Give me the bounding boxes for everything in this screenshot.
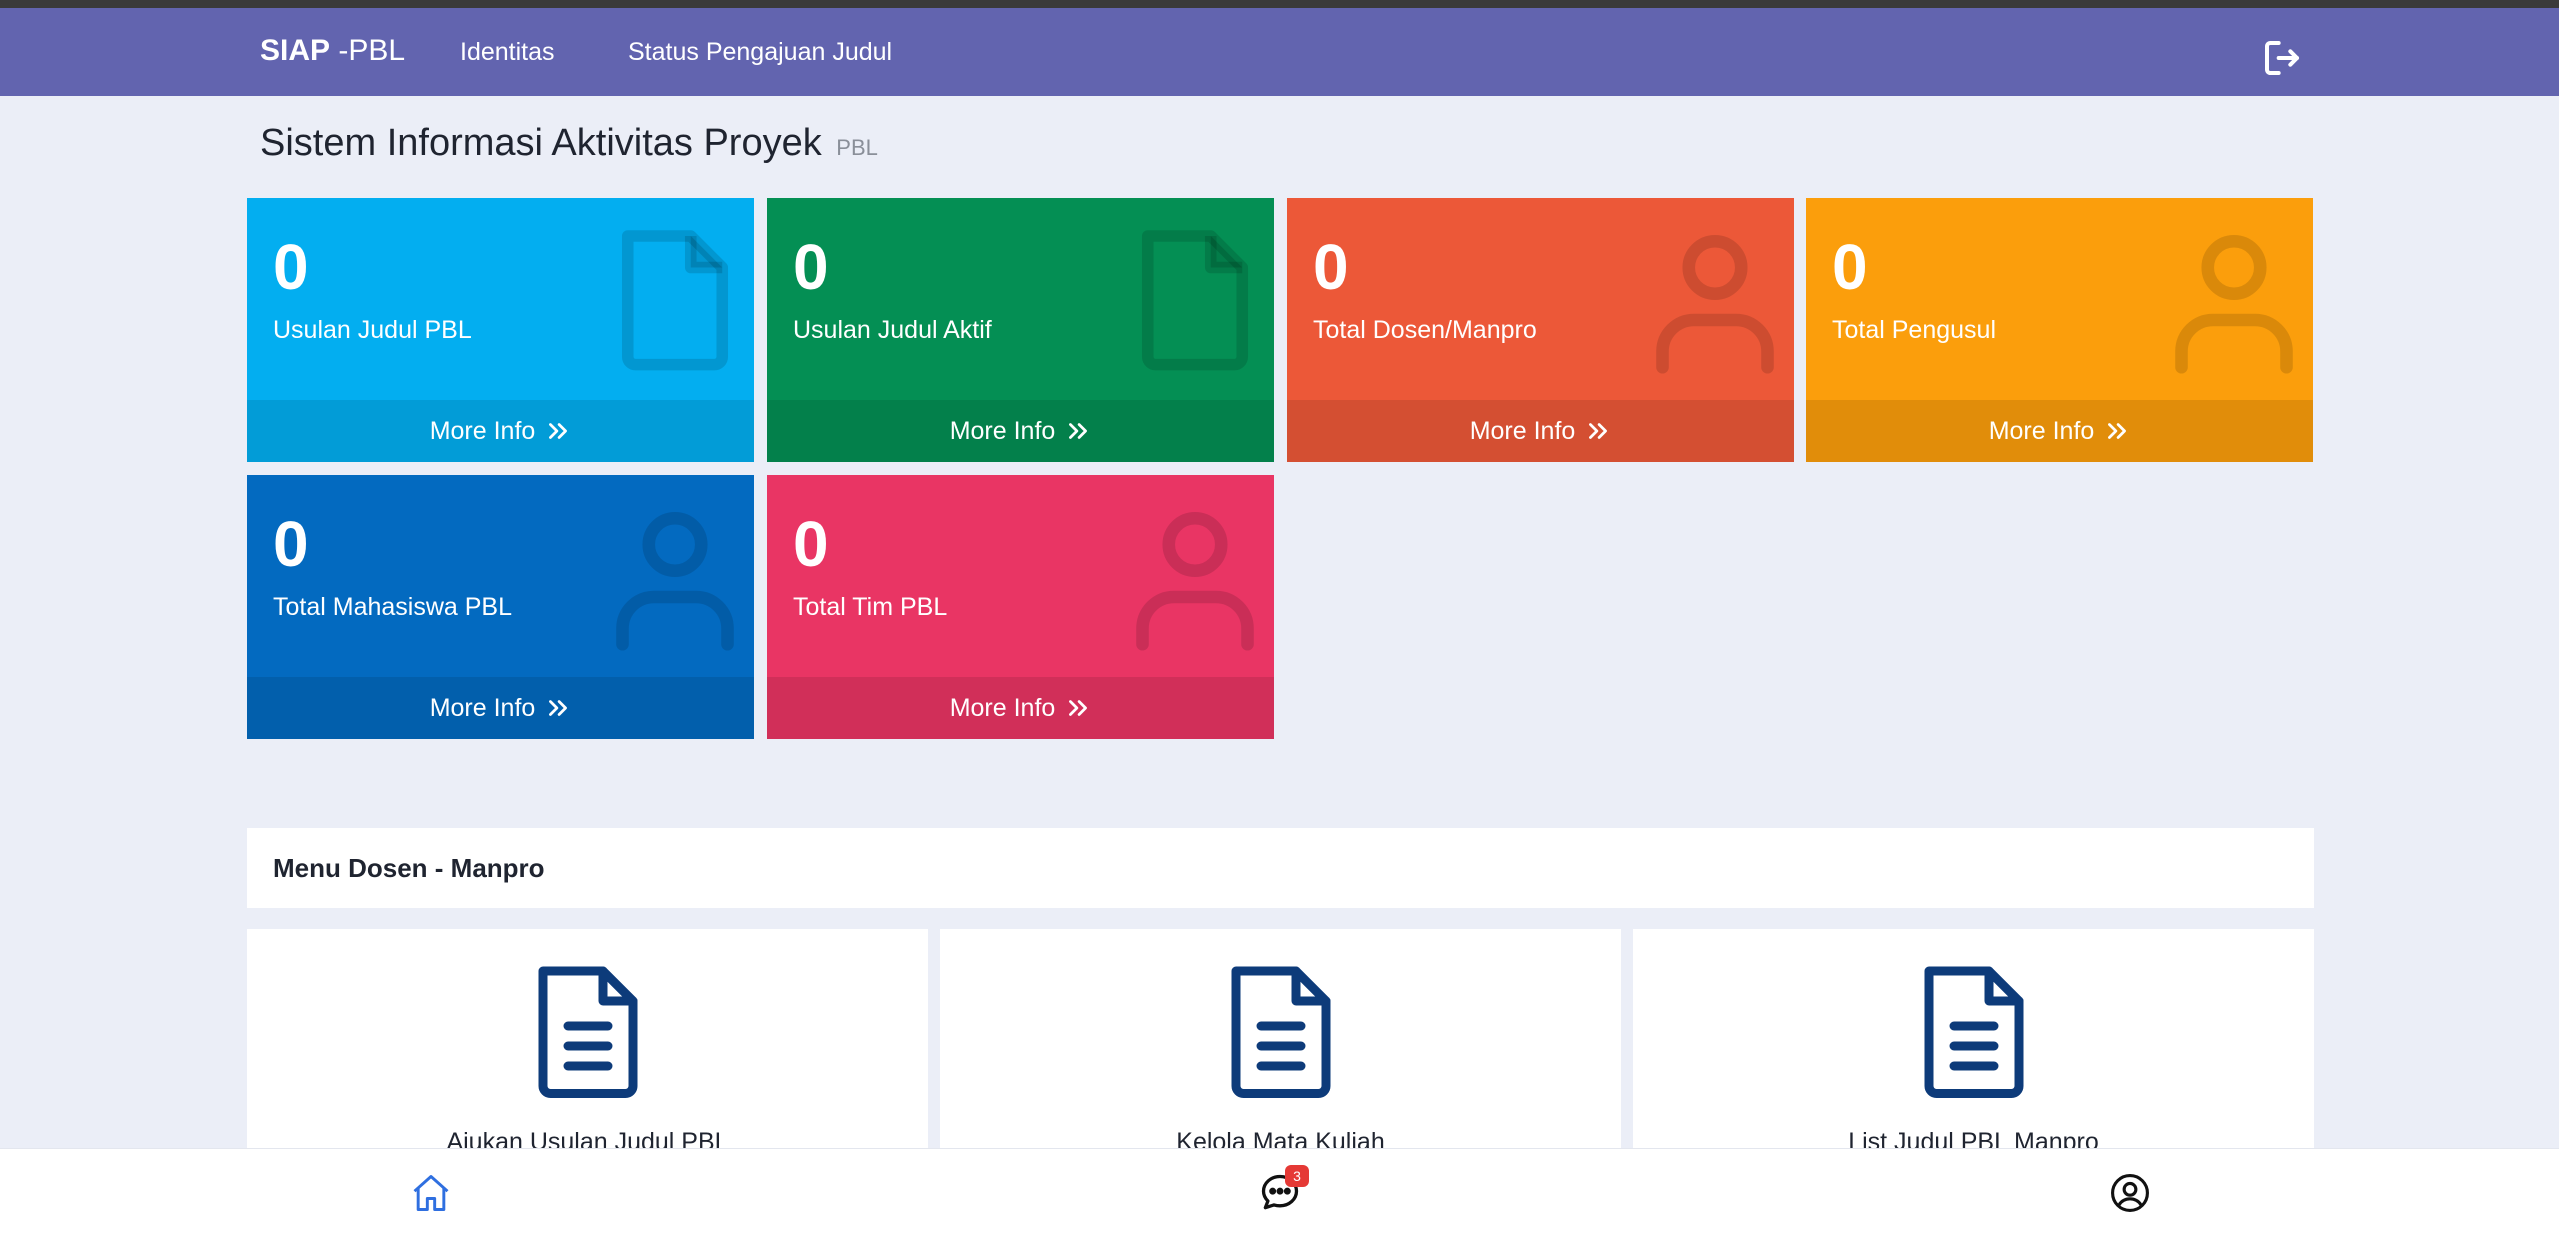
more-info-link[interactable]: More Info <box>1287 400 1794 462</box>
stat-card-total-dosen: 0 Total Dosen/Manpro More Info <box>1287 198 1794 462</box>
file-icon <box>621 230 729 371</box>
stat-card-usulan-aktif: 0 Usulan Judul Aktif More Info <box>767 198 1274 462</box>
chat-notification-badge: 3 <box>1285 1165 1309 1187</box>
top-navbar: SIAP -PBL Identitas Status Pengajuan Jud… <box>0 8 2559 96</box>
more-info-link[interactable]: More Info <box>247 400 754 462</box>
document-icon <box>538 966 637 1098</box>
logout-icon[interactable] <box>2262 38 2302 78</box>
user-icon <box>2175 234 2293 374</box>
more-info-link[interactable]: More Info <box>247 677 754 739</box>
stat-label: Total Tim PBL <box>793 593 948 621</box>
document-icon <box>1231 966 1330 1098</box>
stat-count: 0 <box>1313 231 1349 303</box>
double-chevron-right-icon <box>549 700 568 716</box>
double-chevron-right-icon <box>1069 700 1088 716</box>
double-chevron-right-icon <box>1589 423 1608 439</box>
menu-card-list-judul[interactable] <box>1633 929 2314 1149</box>
file-icon <box>1141 230 1249 371</box>
stat-card-total-tim: 0 Total Tim PBL More Info <box>767 475 1274 739</box>
menu-card-kelola-mata-kuliah[interactable] <box>940 929 1621 1149</box>
double-chevron-right-icon <box>549 423 568 439</box>
nav-link-status-pengajuan[interactable]: Status Pengajuan Judul <box>628 38 892 67</box>
bottom-navigation: 3 <box>0 1148 2559 1235</box>
stat-label: Total Mahasiswa PBL <box>273 593 513 621</box>
stat-label: Usulan Judul PBL <box>273 316 472 344</box>
stat-count: 0 <box>273 508 309 580</box>
stat-label: Total Dosen/Manpro <box>1313 316 1537 344</box>
more-info-link[interactable]: More Info <box>767 677 1274 739</box>
document-icon <box>1924 966 2023 1098</box>
profile-icon[interactable] <box>2108 1171 2152 1215</box>
home-icon[interactable] <box>409 1171 453 1215</box>
stat-count: 0 <box>793 231 829 303</box>
user-icon <box>1656 234 1774 374</box>
stat-card-usulan-judul: 0 Usulan Judul PBL More Info <box>247 198 754 462</box>
stat-card-total-pengusul: 0 Total Pengusul More Info <box>1806 198 2313 462</box>
brand-logo[interactable]: SIAP -PBL <box>260 34 405 68</box>
user-icon <box>616 511 734 651</box>
more-info-link[interactable]: More Info <box>767 400 1274 462</box>
page-title: Sistem Informasi Aktivitas Proyek PBL <box>260 122 878 164</box>
nav-link-identitas[interactable]: Identitas <box>460 38 555 67</box>
double-chevron-right-icon <box>2108 423 2127 439</box>
double-chevron-right-icon <box>1069 423 1088 439</box>
menu-card-ajukan-usulan[interactable] <box>247 929 928 1149</box>
user-icon <box>1136 511 1254 651</box>
stat-count: 0 <box>1832 231 1868 303</box>
stat-count: 0 <box>793 508 829 580</box>
more-info-link[interactable]: More Info <box>1806 400 2313 462</box>
page-subtitle: PBL <box>836 135 878 160</box>
stat-count: 0 <box>273 231 309 303</box>
stat-label: Usulan Judul Aktif <box>793 316 992 344</box>
stat-card-total-mahasiswa: 0 Total Mahasiswa PBL More Info <box>247 475 754 739</box>
window-top-strip <box>0 0 2559 8</box>
stat-label: Total Pengusul <box>1832 316 1997 344</box>
menu-section-header: Menu Dosen - Manpro <box>247 828 2314 908</box>
